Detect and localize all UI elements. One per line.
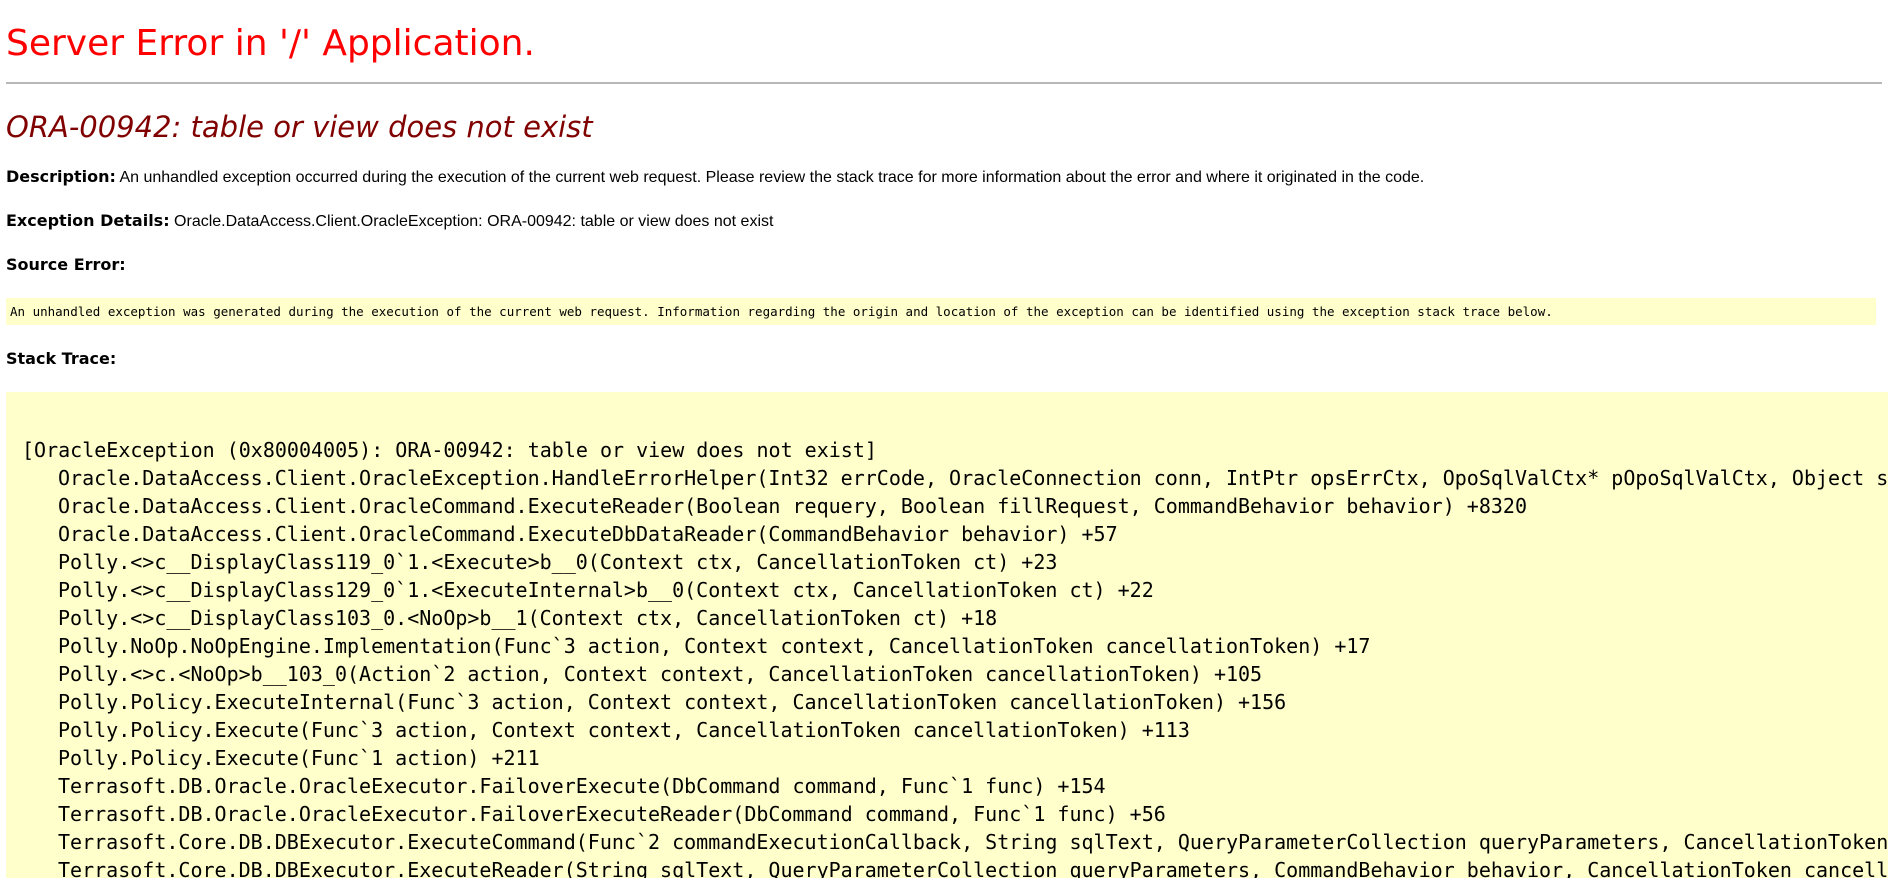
stack-trace-box[interactable]: [OracleException (0x80004005): ORA-00942…: [6, 392, 1888, 878]
source-error-text[interactable]: An unhandled exception was generated dur…: [10, 305, 1876, 319]
stack-frame: Polly.Policy.Execute(Func`1 action) +211: [58, 746, 540, 770]
error-page: Server Error in '/' Application. ORA-009…: [0, 0, 1888, 878]
stack-frame: Polly.NoOp.NoOpEngine.Implementation(Fun…: [58, 634, 1371, 658]
title-divider: [6, 82, 1882, 84]
stack-frame: Oracle.DataAccess.Client.OracleException…: [58, 466, 1888, 490]
exception-details-line: Exception Details: Oracle.DataAccess.Cli…: [6, 210, 773, 233]
stack-frame: Terrasoft.Core.DB.DBExecutor.ExecuteRead…: [58, 858, 1888, 878]
source-error-box: An unhandled exception was generated dur…: [6, 298, 1876, 325]
stack-frame: Terrasoft.DB.Oracle.OracleExecutor.Failo…: [58, 802, 1166, 826]
error-title: ORA-00942: table or view does not exist: [6, 110, 593, 144]
stack-frame: Polly.<>c__DisplayClass103_0.<NoOp>b__1(…: [58, 606, 998, 630]
stack-frame: Oracle.DataAccess.Client.OracleCommand.E…: [58, 494, 1528, 518]
stack-trace-label: Stack Trace:: [6, 349, 117, 368]
stack-frame: Polly.<>c__DisplayClass119_0`1.<Execute>…: [58, 550, 1058, 574]
stack-frame: Terrasoft.DB.Oracle.OracleExecutor.Failo…: [58, 774, 1106, 798]
exception-details-text: Oracle.DataAccess.Client.OracleException…: [174, 213, 774, 230]
source-error-label: Source Error:: [6, 255, 126, 274]
description-label: Description:: [6, 167, 116, 186]
stack-frame: Polly.<>c.<NoOp>b__103_0(Action`2 action…: [58, 662, 1263, 686]
stack-trace-text[interactable]: [OracleException (0x80004005): ORA-00942…: [22, 436, 1888, 878]
stack-frame: Oracle.DataAccess.Client.OracleCommand.E…: [58, 522, 1118, 546]
stack-frame: Polly.Policy.ExecuteInternal(Func`3 acti…: [58, 690, 1287, 714]
description-text: An unhandled exception occurred during t…: [119, 169, 1425, 186]
description-line: Description: An unhandled exception occu…: [6, 166, 1424, 189]
stack-frame: Polly.Policy.Execute(Func`3 action, Cont…: [58, 718, 1190, 742]
page-title: Server Error in '/' Application.: [6, 23, 535, 64]
stack-frame: Terrasoft.Core.DB.DBExecutor.ExecuteComm…: [58, 830, 1888, 854]
exception-details-label: Exception Details:: [6, 211, 170, 230]
stack-trace-header: [OracleException (0x80004005): ORA-00942…: [22, 438, 877, 462]
stack-trace-frames: Oracle.DataAccess.Client.OracleException…: [22, 464, 1888, 878]
stack-frame: Polly.<>c__DisplayClass129_0`1.<ExecuteI…: [58, 578, 1154, 602]
